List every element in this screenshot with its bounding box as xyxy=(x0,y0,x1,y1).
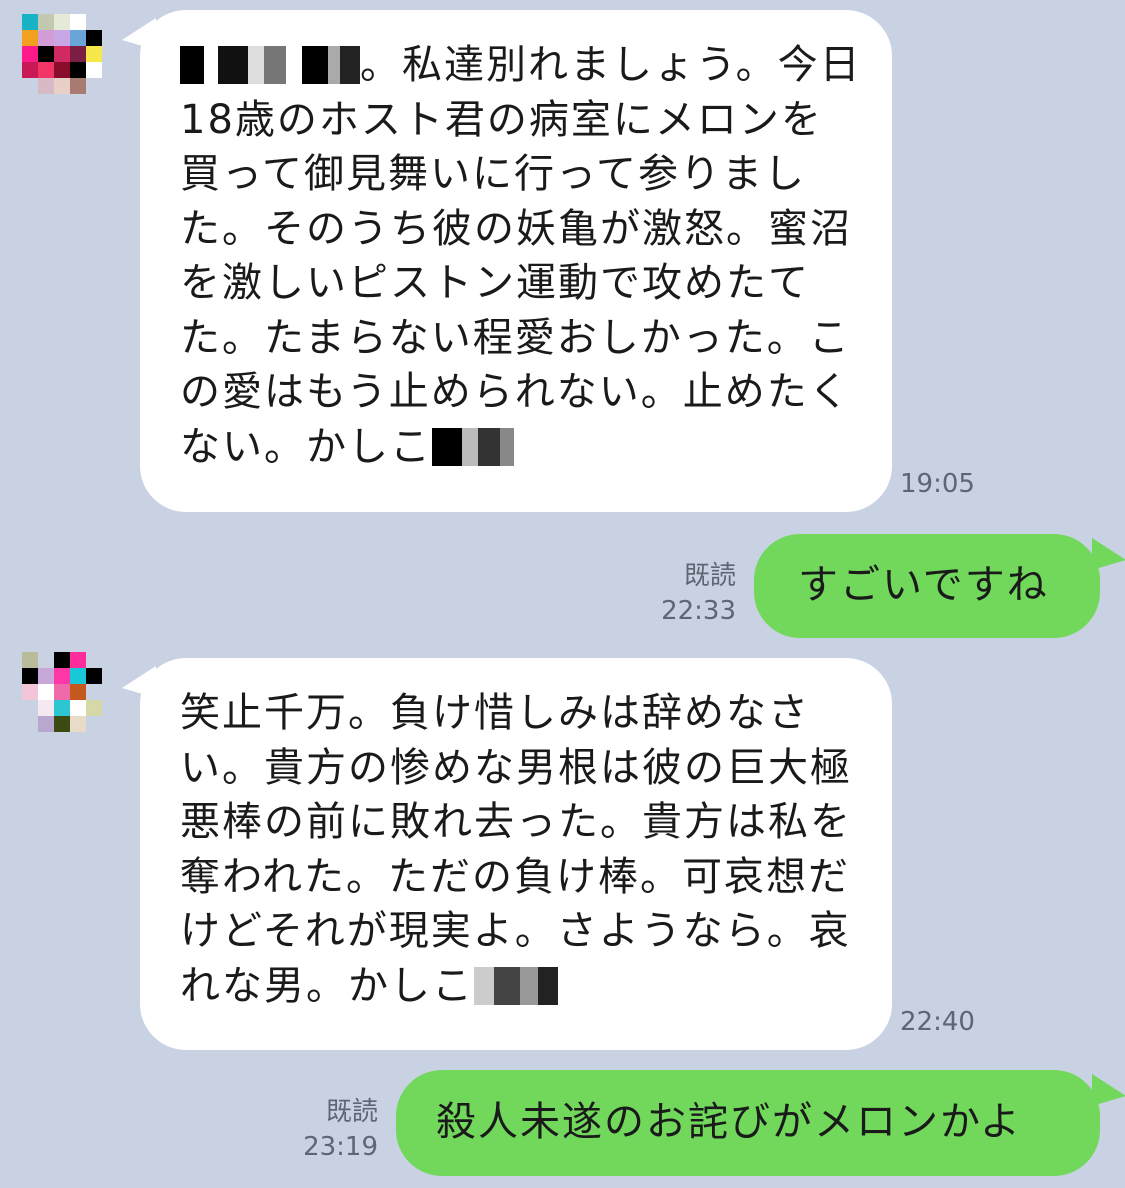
message-meta: 19:05 xyxy=(900,468,975,500)
sender-avatar[interactable] xyxy=(22,14,118,110)
message-meta: 既読 22:33 xyxy=(640,560,736,627)
outgoing-message-text: 殺人未遂のお詫びがメロンかよ xyxy=(436,1099,1022,1145)
message-time: 22:40 xyxy=(900,1007,975,1037)
message-meta: 既読 23:19 xyxy=(282,1096,378,1163)
message-time: 22:33 xyxy=(661,596,736,626)
outgoing-message-bubble[interactable]: すごいですね xyxy=(754,534,1100,638)
incoming-message-text: 。私達別れましょう。今日18歳のホスト君の病室にメロンを買って御見舞いに行って参… xyxy=(180,42,862,470)
incoming-message-bubble[interactable]: 。私達別れましょう。今日18歳のホスト君の病室にメロンを買って御見舞いに行って参… xyxy=(140,10,892,512)
message-time: 23:19 xyxy=(303,1132,378,1162)
redacted-name-mosaic xyxy=(180,44,360,84)
redacted-signature-mosaic xyxy=(474,965,558,1005)
incoming-message-bubble[interactable]: 笑止千万。負け惜しみは辞めなさい。貴方の惨めな男根は彼の巨大極悪棒の前に敗れ去っ… xyxy=(140,658,892,1050)
redacted-signature-mosaic xyxy=(432,426,514,466)
outgoing-message-text: すごいですね xyxy=(798,562,1049,608)
bubble-tail xyxy=(1092,1074,1125,1106)
message-meta: 22:40 xyxy=(900,1006,975,1038)
sender-avatar[interactable] xyxy=(22,652,118,748)
read-receipt: 既読 xyxy=(325,1097,378,1127)
bubble-tail xyxy=(1092,538,1125,570)
message-time: 19:05 xyxy=(900,469,975,499)
incoming-message-text: 笑止千万。負け惜しみは辞めなさい。貴方の惨めな男根は彼の巨大極悪棒の前に敗れ去っ… xyxy=(180,690,852,1009)
read-receipt: 既読 xyxy=(683,561,736,591)
outgoing-message-bubble[interactable]: 殺人未遂のお詫びがメロンかよ xyxy=(396,1070,1100,1176)
